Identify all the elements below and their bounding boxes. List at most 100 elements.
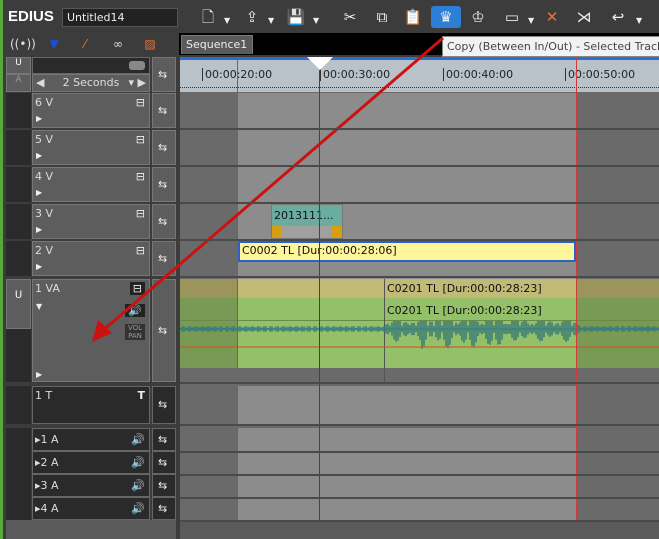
speaker-icon[interactable]: 🔊 — [131, 502, 145, 515]
track-name: 1 VA — [35, 282, 60, 295]
film-icon[interactable]: ⊟ — [136, 133, 145, 146]
cut-between-in-out-icon[interactable]: ♔ — [466, 6, 490, 28]
copy-between-in-out-icon[interactable]: ♛ — [431, 6, 461, 28]
paste-icon[interactable]: 📋 — [401, 6, 425, 28]
film-icon[interactable]: ⊟ — [136, 244, 145, 257]
patch-icon: ⇆ — [158, 103, 168, 117]
playhead-handle[interactable] — [307, 57, 333, 70]
zoom-slider[interactable] — [32, 57, 150, 74]
track-header-3a[interactable]: ▸3 A 🔊 — [32, 474, 150, 497]
horizontal-scrollbar[interactable] — [180, 520, 659, 539]
undo-icon[interactable]: ↩ — [606, 6, 630, 28]
track-lock[interactable] — [6, 428, 31, 451]
track-patch[interactable]: ⇆ — [152, 386, 176, 424]
in-out-region-title — [238, 386, 577, 424]
track-patch[interactable]: ⇆ — [152, 279, 176, 382]
app-logo: EDIUS — [8, 8, 54, 25]
title-icon[interactable]: T — [137, 389, 145, 402]
track-patch[interactable]: ⇆ — [152, 241, 176, 276]
track-lock[interactable] — [6, 93, 31, 128]
undo-dropdown-icon[interactable]: ▼ — [636, 16, 642, 25]
tab-sequence1[interactable]: Sequence1 — [181, 35, 253, 54]
track-header-3v[interactable]: 3 V ⊟ ▶ — [32, 204, 150, 239]
track-lock[interactable] — [6, 130, 31, 165]
vol-pan-toggle[interactable]: VOL PAN — [125, 324, 145, 340]
track-header-1va[interactable]: 1 VA ▼ ⊟ 🔊 VOL PAN ▶ — [32, 279, 150, 382]
film-icon[interactable]: ⊟ — [136, 170, 145, 183]
speaker-icon[interactable]: 🔊 — [131, 456, 145, 469]
film-icon[interactable]: ⊟ — [136, 96, 145, 109]
expand-icon[interactable]: ▶ — [36, 262, 42, 271]
track-lock[interactable] — [6, 204, 31, 239]
track-header-4a[interactable]: ▸4 A 🔊 — [32, 497, 150, 520]
new-dropdown-icon[interactable]: ▼ — [224, 16, 230, 25]
split-icon[interactable]: ⋊ — [572, 6, 596, 28]
new-project-icon[interactable]: 🗋 — [196, 6, 220, 28]
track-patch[interactable]: ⇆ — [152, 167, 176, 202]
timescale-select[interactable]: ◀ 2 Seconds ▾ ▶ — [32, 74, 150, 92]
track-header-1t[interactable]: 1 T T — [32, 386, 150, 424]
track-patch[interactable]: ⇆ — [152, 474, 176, 497]
sync-icon[interactable]: ((•)) — [10, 34, 36, 54]
audio-lock-button[interactable]: A — [6, 74, 31, 92]
clip-overlay-icon[interactable]: ▨ — [138, 34, 162, 54]
project-name-field[interactable]: Untitled14 — [62, 8, 178, 27]
timeline-ruler[interactable]: 00:00:20:00 00:00:30:00 00:00:40:00 00:0… — [180, 57, 659, 92]
track-patch[interactable]: ⇆ — [152, 451, 176, 474]
clip-3v[interactable]: 2013111... — [271, 204, 343, 239]
copy-icon[interactable]: ⧉ — [370, 6, 394, 28]
track-divider — [180, 520, 659, 522]
track-patch[interactable]: ⇆ — [152, 130, 176, 165]
transition-out-marker — [332, 226, 342, 238]
mixer-icon[interactable]: ⁄ — [73, 34, 97, 54]
cut-icon[interactable]: ✂ — [338, 6, 362, 28]
track-patch[interactable]: ⇆ — [152, 93, 176, 128]
transition-icon[interactable]: ∞ — [106, 34, 130, 54]
delete-icon[interactable]: ✕ — [540, 6, 564, 28]
expand-icon[interactable]: ▶ — [36, 188, 42, 197]
speaker-icon[interactable]: 🔊 — [131, 433, 145, 446]
lock-all-button[interactable]: ᑌ — [6, 57, 31, 74]
track-header-5v[interactable]: 5 V ⊟ ▶ — [32, 130, 150, 165]
expand-icon[interactable]: ▶ — [36, 370, 42, 379]
film-icon[interactable]: ⊟ — [129, 282, 145, 295]
track-lock[interactable] — [6, 386, 31, 424]
track-name: 3 V — [35, 207, 54, 220]
transition-in-marker — [272, 226, 282, 238]
save-icon[interactable]: 💾 — [284, 6, 308, 28]
ripple-dropdown-icon[interactable]: ▼ — [528, 16, 534, 25]
track-divider — [180, 128, 659, 130]
timescale-label: 2 Seconds — [62, 76, 120, 89]
track-lock[interactable] — [6, 451, 31, 474]
track-lock[interactable] — [6, 241, 31, 276]
ripple-mode-icon[interactable]: ▭ — [500, 6, 524, 28]
track-patch[interactable]: ⇆ — [152, 204, 176, 239]
film-icon[interactable]: ⊟ — [136, 207, 145, 220]
expand-icon[interactable]: ▶ — [36, 114, 42, 123]
track-patch[interactable]: ⇆ — [152, 497, 176, 520]
track-lock[interactable] — [6, 497, 31, 520]
track-header-4v[interactable]: 4 V ⊟ ▶ — [32, 167, 150, 202]
track-header-1a[interactable]: ▸1 A 🔊 — [32, 428, 150, 451]
expand-icon[interactable]: ▶ — [36, 225, 42, 234]
clip-2v[interactable]: C0002 TL [Dur:00:00:28:06] — [238, 241, 576, 262]
speaker-icon[interactable]: 🔊 — [125, 304, 145, 317]
clip-1va[interactable]: C0201 TL [Dur:00:00:28:23] C0201 TL [Dur… — [180, 279, 659, 382]
collapse-icon[interactable]: ▼ — [36, 302, 42, 311]
track-lock[interactable]: ᑌ — [6, 279, 31, 382]
track-patch[interactable]: ⇆ — [152, 428, 176, 451]
track-header-6v[interactable]: 6 V ⊟ ▶ — [32, 93, 150, 128]
expand-icon[interactable]: ▶ — [36, 151, 42, 160]
save-dropdown-icon[interactable]: ▼ — [313, 16, 319, 25]
track-lock[interactable] — [6, 474, 31, 497]
track-marker-icon[interactable]: ▼ — [42, 34, 66, 54]
open-dropdown-icon[interactable]: ▼ — [268, 16, 274, 25]
patch-toggle[interactable]: ⇆ — [152, 57, 176, 92]
track-lock[interactable] — [6, 167, 31, 202]
track-header-2v[interactable]: 2 V ⊟ ▶ — [32, 241, 150, 276]
speaker-icon[interactable]: 🔊 — [131, 479, 145, 492]
patch-icon: ⇆ — [158, 251, 168, 265]
sync-lock-icon[interactable]: ᑌ — [6, 279, 31, 329]
open-icon[interactable]: ⇪ — [240, 6, 264, 28]
track-header-2a[interactable]: ▸2 A 🔊 — [32, 451, 150, 474]
